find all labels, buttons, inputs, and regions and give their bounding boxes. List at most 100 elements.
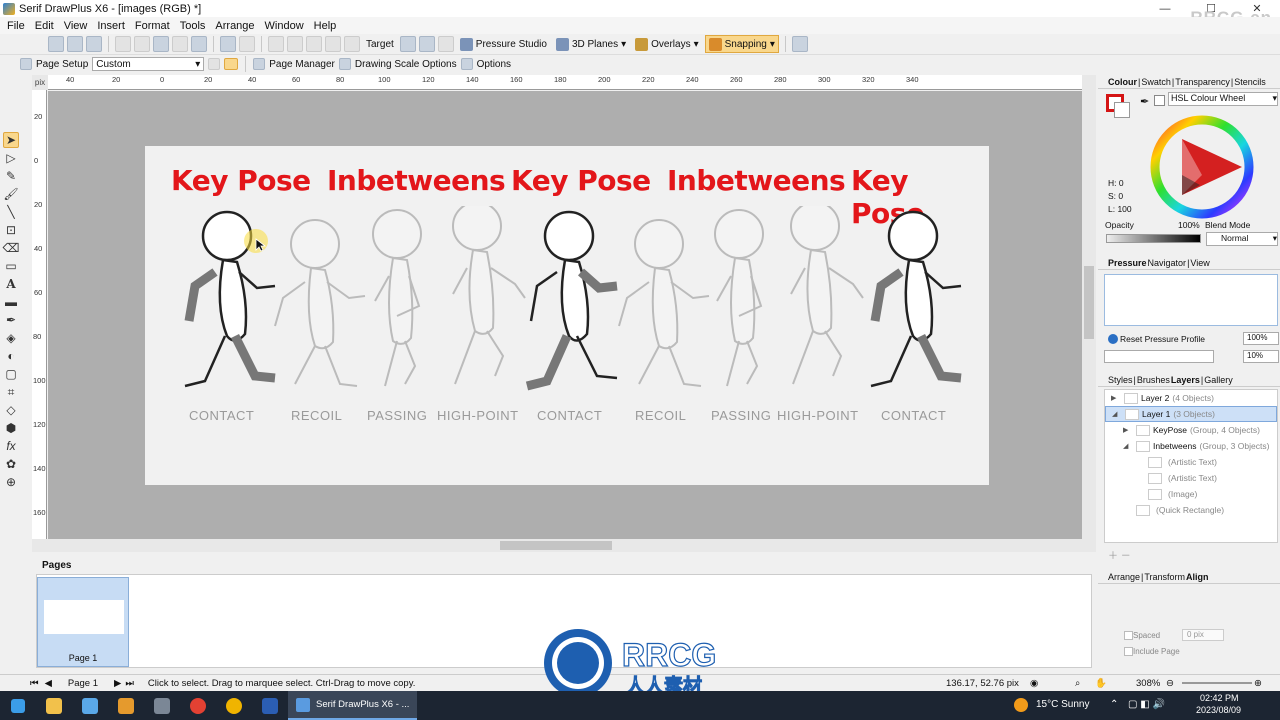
- tab-navigator[interactable]: Navigator: [1148, 258, 1187, 268]
- chrome-alt-icon[interactable]: [216, 691, 252, 720]
- page-size-select[interactable]: Custom ▾: [92, 57, 205, 71]
- connector-tool-icon[interactable]: ⊡: [3, 222, 19, 238]
- crop-tool-icon[interactable]: ⌗: [3, 384, 19, 400]
- clock-date[interactable]: 2023/08/09: [1196, 705, 1241, 715]
- open-icon[interactable]: [67, 36, 83, 52]
- redo-icon[interactable]: [239, 36, 255, 52]
- inbetweens-title[interactable]: Inbetweens: [327, 164, 506, 197]
- key-pose-title[interactable]: Key Pose: [511, 164, 651, 197]
- menu-insert[interactable]: Insert: [92, 20, 130, 32]
- reset-pressure-button[interactable]: Reset Pressure Profile: [1120, 334, 1205, 344]
- remove-layer-icon[interactable]: －: [1121, 551, 1131, 562]
- stamp-tool-icon[interactable]: ✿: [3, 456, 19, 472]
- media-player-icon[interactable]: [108, 691, 144, 720]
- vertical-scrollbar[interactable]: [1082, 75, 1096, 552]
- colour-picker-icon[interactable]: ✒: [1140, 95, 1149, 108]
- expand-arrow-icon[interactable]: ▶: [1123, 426, 1133, 434]
- tab-transparency[interactable]: Transparency: [1175, 77, 1230, 87]
- pressure-graph[interactable]: [1104, 274, 1278, 326]
- layer-row[interactable]: ▶ Layer 2 (4 Objects): [1105, 390, 1277, 406]
- weather-text[interactable]: 15°C Sunny: [1036, 699, 1089, 710]
- transparency-tool-icon[interactable]: ◐: [3, 348, 19, 364]
- include-page-checkbox[interactable]: [1124, 647, 1133, 656]
- line-tool-icon[interactable]: ╲: [3, 204, 19, 220]
- scroll-thumb[interactable]: [500, 541, 612, 550]
- pressure-studio-button[interactable]: Pressure Studio: [457, 35, 550, 53]
- start-button[interactable]: [0, 691, 36, 720]
- weather-icon[interactable]: [1014, 698, 1028, 712]
- fill-colour-swatch[interactable]: [1114, 102, 1130, 118]
- zoom-out-icon[interactable]: ⊖: [1166, 678, 1174, 689]
- skew-icon[interactable]: [287, 36, 303, 52]
- 3d-planes-button[interactable]: 3D Planes ▾: [553, 35, 629, 53]
- prev-page-icon[interactable]: ◀: [45, 678, 52, 689]
- table-tool-icon[interactable]: ▬: [3, 294, 19, 310]
- zoom-in-icon[interactable]: ⊕: [1254, 678, 1262, 689]
- print-icon[interactable]: [791, 36, 808, 52]
- app-icon-blue[interactable]: [72, 691, 108, 720]
- cut-icon[interactable]: [115, 36, 131, 52]
- tab-styles[interactable]: Styles: [1108, 375, 1133, 385]
- spacing-field[interactable]: 0 pix: [1182, 629, 1224, 641]
- tray-chevron-icon[interactable]: ⌃: [1110, 699, 1118, 710]
- boolean-intersect-icon[interactable]: [437, 36, 454, 52]
- zoom-slider[interactable]: [1182, 682, 1252, 684]
- brush-tool-icon[interactable]: 🖌: [3, 186, 19, 202]
- align-icon[interactable]: [268, 36, 284, 52]
- fill-tool-icon[interactable]: ◈: [3, 330, 19, 346]
- layer-row[interactable]: (Quick Rectangle): [1105, 502, 1277, 518]
- menu-format[interactable]: Format: [130, 20, 175, 32]
- node-tool-icon[interactable]: ▷: [3, 150, 19, 166]
- tab-swatch[interactable]: Swatch: [1141, 77, 1171, 87]
- page-setup-label[interactable]: Page Setup: [36, 59, 88, 70]
- pressure-profile-select[interactable]: [1104, 350, 1214, 363]
- tab-align[interactable]: Align: [1186, 572, 1209, 582]
- pressure-min-field[interactable]: 10%: [1243, 350, 1279, 363]
- menu-tools[interactable]: Tools: [175, 20, 211, 32]
- tab-transform[interactable]: Transform: [1144, 572, 1185, 582]
- tab-pressure[interactable]: Pressure: [1108, 258, 1147, 268]
- pressure-max-field[interactable]: 100%: [1243, 332, 1279, 345]
- flip-icon[interactable]: [325, 36, 341, 52]
- boolean-add-icon[interactable]: [399, 36, 416, 52]
- menu-file[interactable]: File: [2, 20, 30, 32]
- word-icon[interactable]: [252, 691, 288, 720]
- menu-edit[interactable]: Edit: [30, 20, 59, 32]
- page-manager-icon[interactable]: [253, 58, 266, 70]
- last-page-icon[interactable]: ⏭: [125, 678, 134, 689]
- menu-view[interactable]: View: [59, 20, 93, 32]
- reset-icon[interactable]: [1108, 334, 1118, 344]
- page-setup-icon[interactable]: [20, 58, 32, 70]
- layer-row[interactable]: (Artistic Text): [1105, 454, 1277, 470]
- layer-row[interactable]: (Artistic Text): [1105, 470, 1277, 486]
- no-colour-checkbox[interactable]: [1154, 95, 1165, 106]
- layer-row[interactable]: (Image): [1105, 486, 1277, 502]
- page-indicator[interactable]: Page 1: [68, 678, 98, 689]
- tab-arrange[interactable]: Arrange: [1108, 572, 1140, 582]
- formula-tool-icon[interactable]: fx: [3, 438, 19, 454]
- chrome-icon[interactable]: [180, 691, 216, 720]
- expand-arrow-icon[interactable]: ◢: [1123, 442, 1133, 450]
- key-pose-title[interactable]: Key Pose: [171, 164, 311, 197]
- envelope-tool-icon[interactable]: ▢: [3, 366, 19, 382]
- group-icon[interactable]: [344, 36, 360, 52]
- zoom-level[interactable]: 308%: [1136, 678, 1160, 689]
- text-tool-icon[interactable]: A: [3, 276, 19, 292]
- shape-tool-icon[interactable]: ▭: [3, 258, 19, 274]
- boolean-subtract-icon[interactable]: [418, 36, 435, 52]
- new-document-icon[interactable]: [48, 36, 64, 52]
- portrait-icon[interactable]: [208, 58, 221, 70]
- next-page-icon[interactable]: ▶: [114, 678, 121, 689]
- blend-mode-select[interactable]: Normal ▾: [1206, 232, 1278, 246]
- tab-brushes[interactable]: Brushes: [1137, 375, 1170, 385]
- snapping-button[interactable]: Snapping ▾: [704, 35, 779, 53]
- walk-cycle-image[interactable]: [165, 206, 965, 406]
- calculator-icon[interactable]: [144, 691, 180, 720]
- options-icon[interactable]: [460, 58, 473, 70]
- tray-icons[interactable]: ▢ ◧ 🔊: [1128, 699, 1165, 710]
- first-page-icon[interactable]: ⏮: [30, 678, 39, 689]
- layer-row[interactable]: ◢ Layer 1 (3 Objects): [1105, 406, 1277, 422]
- layer-row[interactable]: ▶ KeyPose (Group, 4 Objects): [1105, 422, 1277, 438]
- web-publish-icon[interactable]: [191, 36, 207, 52]
- drawing-scale-button[interactable]: Drawing Scale Options: [355, 59, 457, 70]
